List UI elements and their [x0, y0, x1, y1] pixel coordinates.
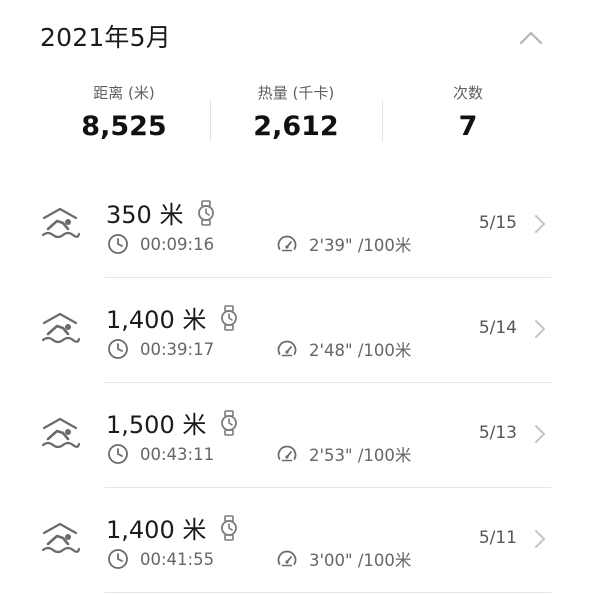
record-duration-value: 00:43:11	[140, 444, 215, 464]
watch-icon	[221, 409, 238, 436]
chevron-right-icon[interactable]	[533, 213, 547, 235]
clock-icon	[108, 549, 128, 569]
chevron-up-icon[interactable]	[515, 25, 547, 51]
record-date: 5/13	[478, 423, 517, 443]
record-distance-value: 1,500 米	[106, 411, 207, 439]
clock-icon	[108, 444, 128, 464]
record-pace-value: 2'39" /100米	[309, 236, 412, 255]
record-distance: 1,400 米	[106, 510, 240, 545]
record-duration: 00:09:16	[107, 233, 214, 255]
clock-icon	[108, 339, 128, 359]
record-pace: 2'53" /100米	[276, 443, 411, 465]
workout-list: 350 米 00:09:16 2'39" /100米 5/15 1,400 米 …	[0, 173, 589, 593]
watch-icon	[221, 304, 238, 331]
record-distance: 1,400 米	[106, 300, 240, 335]
clock-icon	[108, 234, 128, 254]
monthly-summary: 距离 (米) 8,525 热量 (千卡) 2,612 次数 7	[0, 82, 589, 162]
summary-count: 次数 7	[388, 82, 548, 142]
record-distance-value: 350 米	[106, 201, 184, 229]
workout-record[interactable]: 1,400 米 00:41:55 3'00" /100米 5/11	[0, 488, 589, 593]
summary-calories-value: 2,612	[253, 111, 339, 142]
summary-calories: 热量 (千卡) 2,612	[216, 82, 376, 142]
workout-record[interactable]: 350 米 00:09:16 2'39" /100米 5/15	[0, 173, 589, 278]
record-duration: 00:41:55	[107, 548, 214, 570]
speedometer-icon	[277, 340, 297, 357]
record-duration: 00:39:17	[107, 338, 214, 360]
month-header: 2021年5月	[0, 0, 589, 76]
summary-calories-label: 热量 (千卡)	[257, 84, 335, 102]
record-distance-value: 1,400 米	[106, 306, 207, 334]
summary-distance: 距离 (米) 8,525	[44, 82, 204, 142]
summary-count-value: 7	[458, 111, 478, 142]
record-pace: 3'00" /100米	[276, 548, 411, 570]
record-duration-value: 00:09:16	[140, 234, 215, 254]
summary-divider	[382, 100, 383, 142]
record-pace: 2'48" /100米	[276, 338, 411, 360]
record-pace-value: 2'53" /100米	[309, 446, 412, 465]
record-duration-value: 00:41:55	[140, 549, 215, 569]
chevron-right-icon[interactable]	[533, 423, 547, 445]
summary-count-label: 次数	[452, 84, 483, 102]
record-duration: 00:43:11	[107, 443, 214, 465]
record-distance: 350 米	[106, 195, 217, 230]
record-pace-value: 3'00" /100米	[309, 551, 412, 570]
swimming-icon	[41, 522, 81, 554]
record-duration-value: 00:39:17	[140, 339, 215, 359]
swimming-icon	[41, 417, 81, 449]
record-date: 5/11	[478, 528, 517, 548]
workout-record[interactable]: 1,500 米 00:43:11 2'53" /100米 5/13	[0, 383, 589, 488]
workout-record[interactable]: 1,400 米 00:39:17 2'48" /100米 5/14	[0, 278, 589, 383]
summary-distance-value: 8,525	[81, 111, 167, 142]
chevron-right-icon[interactable]	[533, 528, 547, 550]
speedometer-icon	[277, 550, 297, 567]
record-date: 5/14	[478, 318, 517, 338]
summary-divider	[210, 100, 211, 142]
record-pace: 2'39" /100米	[276, 233, 411, 255]
record-distance-value: 1,400 米	[106, 516, 207, 544]
swimming-icon	[41, 207, 81, 239]
record-distance: 1,500 米	[106, 405, 240, 440]
swimming-icon	[41, 312, 81, 344]
speedometer-icon	[277, 235, 297, 252]
record-pace-value: 2'48" /100米	[309, 341, 412, 360]
chevron-right-icon[interactable]	[533, 318, 547, 340]
divider	[105, 592, 551, 593]
record-date: 5/15	[478, 213, 517, 233]
summary-distance-label: 距离 (米)	[93, 84, 155, 102]
speedometer-icon	[277, 445, 297, 462]
watch-icon	[198, 199, 215, 226]
month-title: 2021年5月	[40, 23, 171, 52]
watch-icon	[221, 514, 238, 541]
